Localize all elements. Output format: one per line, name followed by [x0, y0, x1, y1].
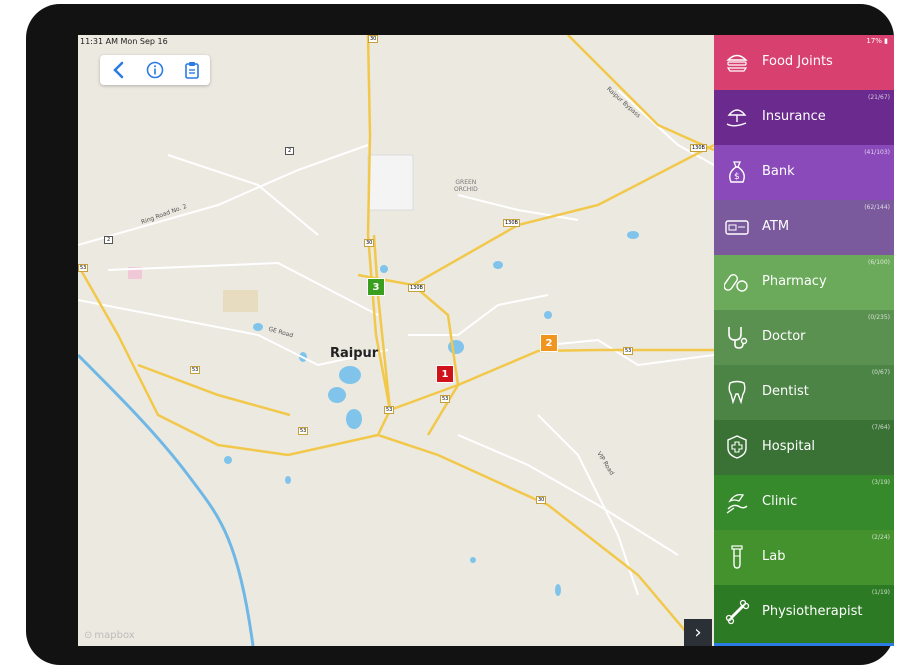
category-count: (62/144)	[864, 204, 890, 211]
category-pharmacy[interactable]: Pharmacy (6/100)	[714, 255, 894, 310]
park-area	[223, 290, 258, 312]
city-label: Raipur	[330, 346, 379, 361]
mapbox-logo-icon: ⊙	[84, 630, 93, 641]
highway-shield: 53	[623, 347, 634, 355]
category-label: Lab	[762, 549, 786, 564]
category-count: (41/103)	[864, 149, 890, 156]
lake	[493, 261, 503, 269]
category-label: Dentist	[762, 384, 809, 399]
category-count: (3/19)	[871, 479, 890, 486]
tablet-frame: 11:31 AM Mon Sep 16 17% ▮ Raipur GREEN O…	[26, 4, 894, 665]
status-time: 11:31 AM Mon Sep 16	[80, 37, 168, 46]
category-count: (0/235)	[868, 314, 890, 321]
map-marker-1[interactable]: 1	[436, 365, 454, 383]
category-count: (0/67)	[871, 369, 890, 376]
highway-shield: 30	[368, 35, 379, 43]
lake	[346, 409, 362, 429]
highway-shield: 53	[298, 427, 309, 435]
category-label: Doctor	[762, 329, 806, 344]
category-label: Pharmacy	[762, 274, 827, 289]
tooth-icon	[728, 380, 746, 405]
lake	[224, 456, 232, 464]
lake	[339, 366, 361, 384]
category-count: (6/100)	[868, 259, 890, 266]
highway-shield: 53	[384, 406, 395, 414]
highway-shield: 2	[285, 147, 295, 155]
highway-shield: 53	[190, 366, 201, 374]
highway-shield: 30	[536, 496, 547, 504]
category-hospital[interactable]: Hospital (7/64)	[714, 420, 894, 475]
status-battery: 17% ▮	[866, 37, 888, 45]
category-label: Clinic	[762, 494, 798, 509]
highway-shield: 2	[104, 236, 114, 244]
green-orchid-label: GREEN ORCHID	[454, 179, 478, 193]
expand-panel-button[interactable]: ›	[684, 619, 712, 646]
category-label: Insurance	[762, 109, 826, 124]
map[interactable]: Raipur GREEN ORCHID Ring Road No. 2 GE R…	[78, 35, 715, 646]
hospital-cross-icon	[727, 435, 747, 459]
info-button[interactable]	[141, 56, 169, 84]
pills-icon	[724, 274, 748, 292]
lake	[380, 265, 388, 273]
panel-scroll-indicator	[714, 643, 894, 646]
highway-shield: 53	[440, 395, 451, 403]
back-button[interactable]	[104, 56, 132, 84]
highway-shield: 130B	[408, 284, 425, 292]
clipboard-button[interactable]	[178, 56, 206, 84]
category-atm[interactable]: ATM (62/144)	[714, 200, 894, 255]
category-count: (7/64)	[871, 424, 890, 431]
burger-icon	[726, 54, 748, 72]
clinic-icon	[726, 493, 748, 514]
category-doctor[interactable]: Doctor (0/235)	[714, 310, 894, 365]
lake	[328, 387, 346, 403]
lake	[544, 311, 552, 319]
map-marker-3[interactable]: 3	[367, 278, 385, 296]
category-label: Physiotherapist	[762, 604, 863, 619]
lake	[470, 557, 476, 563]
map-marker-2[interactable]: 2	[540, 334, 558, 352]
highway-shield: 53	[78, 264, 89, 272]
category-panel: Food Joints Insurance (21/67) $ Bank (41…	[714, 35, 894, 646]
atm-card-icon	[725, 220, 749, 235]
category-count: (1/19)	[871, 589, 890, 596]
lake	[285, 476, 291, 484]
highway-shield: 30	[364, 239, 375, 247]
money-bag-icon: $	[729, 161, 745, 183]
map-toolbar	[100, 55, 210, 85]
lake	[627, 231, 639, 239]
category-bank[interactable]: $ Bank (41/103)	[714, 145, 894, 200]
svg-text:$: $	[734, 172, 740, 182]
lake	[555, 584, 561, 596]
umbrella-hand-icon	[726, 109, 747, 127]
highway-shield: 130B	[690, 144, 707, 152]
category-label: Hospital	[762, 439, 816, 454]
mapbox-watermark: ⊙ mapbox	[84, 630, 135, 641]
park-area	[367, 154, 414, 211]
category-label: ATM	[762, 219, 790, 234]
category-lab[interactable]: Lab (2/24)	[714, 530, 894, 585]
screen: 11:31 AM Mon Sep 16 17% ▮ Raipur GREEN O…	[78, 35, 894, 646]
map-canvas	[78, 35, 715, 646]
category-physiotherapist[interactable]: Physiotherapist (1/19)	[714, 585, 894, 643]
category-label: Bank	[762, 164, 795, 179]
info-icon	[146, 61, 164, 79]
clipboard-icon	[184, 62, 199, 79]
bone-icon	[725, 599, 750, 625]
test-tube-icon	[731, 545, 743, 569]
lake	[448, 340, 464, 354]
category-insurance[interactable]: Insurance (21/67)	[714, 90, 894, 145]
category-label: Food Joints	[762, 54, 833, 69]
category-dentist[interactable]: Dentist (0/67)	[714, 365, 894, 420]
category-clinic[interactable]: Clinic (3/19)	[714, 475, 894, 530]
chevron-right-icon: ›	[694, 622, 702, 643]
lake	[253, 323, 263, 331]
chevron-left-icon	[113, 61, 124, 79]
category-count: (21/67)	[868, 94, 890, 101]
stethoscope-icon	[728, 327, 748, 349]
category-count: (2/24)	[871, 534, 890, 541]
highway-shield: 130B	[503, 219, 520, 227]
